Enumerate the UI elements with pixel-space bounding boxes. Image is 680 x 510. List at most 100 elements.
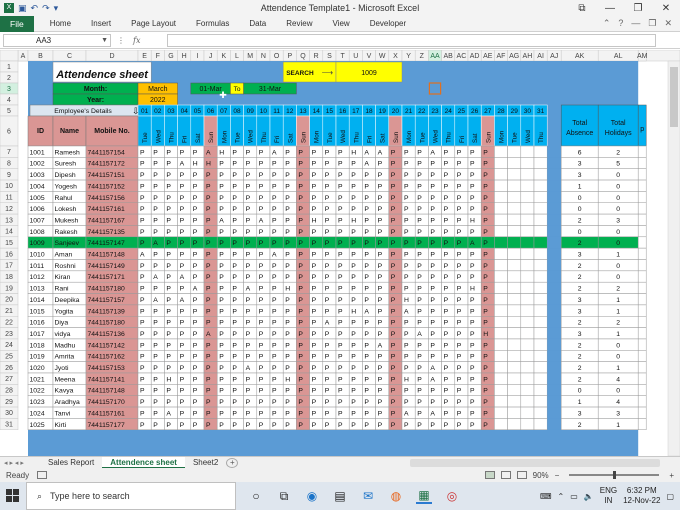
attendance-mark: P bbox=[272, 410, 277, 417]
tab-review[interactable]: Review bbox=[276, 19, 322, 28]
attendance-cell bbox=[533, 395, 548, 408]
column-header-label: AF bbox=[497, 53, 506, 60]
excel-taskbar-icon[interactable]: ▦ bbox=[416, 488, 432, 504]
attendance-mark: P bbox=[298, 149, 303, 156]
file-tab[interactable]: File bbox=[0, 15, 34, 32]
zoom-in-icon[interactable]: + bbox=[669, 471, 680, 480]
workbook-minimize-icon[interactable]: — bbox=[631, 18, 640, 29]
taskbar-search[interactable]: ⌕ Type here to search bbox=[26, 482, 236, 510]
task-view-icon[interactable]: ⧉ bbox=[276, 489, 292, 504]
day-number: 13 bbox=[299, 108, 307, 115]
tab-insert[interactable]: Insert bbox=[81, 19, 121, 28]
attendance-mark: P bbox=[206, 252, 211, 259]
attendance-cell bbox=[494, 202, 508, 215]
attendance-mark: P bbox=[417, 365, 422, 372]
ribbon-options-icon[interactable]: ⧉ bbox=[568, 0, 596, 16]
lang-code: ENG bbox=[599, 486, 618, 495]
zoom-out-icon[interactable]: − bbox=[555, 471, 560, 480]
customize-qat-icon[interactable]: ▾ bbox=[54, 3, 59, 14]
page-break-view-icon[interactable] bbox=[516, 471, 527, 479]
attendance-mark: P bbox=[153, 365, 158, 372]
attendance-mark: P bbox=[378, 399, 383, 406]
redo-icon[interactable]: ↷ bbox=[42, 3, 50, 14]
header-name: Name bbox=[60, 128, 79, 135]
close-icon[interactable]: ✕ bbox=[652, 0, 680, 16]
new-sheet-icon[interactable]: + bbox=[226, 457, 239, 468]
attendance-mark: P bbox=[325, 217, 330, 224]
clock[interactable]: 6:32 PM 12-Nov-22 bbox=[623, 486, 660, 506]
tab-page-layout[interactable]: Page Layout bbox=[121, 19, 186, 28]
tray-expand-icon[interactable]: ⌃ bbox=[558, 492, 565, 501]
workbook-restore-icon[interactable]: ❐ bbox=[648, 18, 656, 29]
zoom-slider[interactable] bbox=[569, 471, 660, 479]
attendance-mark: P bbox=[364, 172, 369, 179]
attendance-mark: P bbox=[180, 240, 185, 247]
attendance-mark: P bbox=[219, 161, 224, 168]
weekday-label: Fri bbox=[367, 136, 374, 143]
tab-home[interactable]: Home bbox=[40, 19, 81, 28]
employee-name: Tanvi bbox=[55, 410, 71, 417]
tab-developer[interactable]: Developer bbox=[360, 19, 416, 28]
attendance-mark: P bbox=[219, 320, 224, 327]
row-spacer-cell bbox=[547, 168, 562, 181]
help-icon[interactable]: ? bbox=[618, 18, 623, 29]
undo-icon[interactable]: ↶ bbox=[31, 3, 39, 14]
attendance-mark: P bbox=[404, 422, 409, 429]
sheet-tab-sales-report[interactable]: Sales Report bbox=[40, 458, 102, 467]
spreadsheet-grid[interactable]: A B C D E F G H I J K L M N O P Q R S T U V W X Y Z AA AB AC AD AE AF AG… bbox=[0, 50, 680, 456]
notifications-icon[interactable]: ▢ bbox=[666, 492, 674, 501]
attendance-mark: P bbox=[232, 365, 237, 372]
sheet-nav-arrows[interactable]: ◂ ▸ ◂ ▸ bbox=[0, 459, 40, 467]
workbook-close-icon[interactable]: ✕ bbox=[664, 18, 672, 29]
formula-input[interactable] bbox=[167, 34, 656, 47]
employee-total-holidays: 3 bbox=[616, 217, 620, 224]
tab-data[interactable]: Data bbox=[239, 19, 276, 28]
tab-view[interactable]: View bbox=[322, 19, 359, 28]
column-header-label: G bbox=[168, 53, 173, 60]
mail-icon[interactable]: ✉ bbox=[360, 489, 376, 503]
attendance-mark: P bbox=[470, 354, 475, 361]
horizontal-scrollbar[interactable] bbox=[410, 458, 660, 467]
chrome-icon[interactable]: ◎ bbox=[444, 489, 460, 503]
network-icon[interactable]: ▭ bbox=[570, 492, 578, 501]
column-header-label: AG bbox=[509, 53, 519, 60]
attendance-mark: P bbox=[206, 229, 211, 236]
macro-record-icon[interactable] bbox=[37, 471, 48, 479]
row-spacer-cell bbox=[547, 407, 562, 419]
windows-start-icon[interactable] bbox=[0, 489, 26, 503]
attendance-cell bbox=[520, 350, 535, 362]
cortana-icon[interactable]: ○ bbox=[248, 489, 264, 503]
normal-view-icon[interactable] bbox=[484, 471, 495, 479]
tab-formulas[interactable]: Formulas bbox=[186, 19, 239, 28]
restore-icon[interactable]: ❐ bbox=[624, 0, 652, 16]
sheet-tab-sheet2[interactable]: Sheet2 bbox=[185, 458, 226, 467]
save-icon[interactable]: ▣ bbox=[18, 3, 27, 14]
name-box[interactable]: AA3 ▼ bbox=[3, 34, 111, 47]
collapse-ribbon-icon[interactable]: ⌃ bbox=[603, 18, 611, 29]
store-icon[interactable]: ▤ bbox=[332, 489, 348, 503]
sheet-tab-attendence-sheet[interactable]: Attendence sheet bbox=[102, 456, 185, 469]
name-box-dropdown-icon[interactable]: ▼ bbox=[101, 35, 108, 46]
row-spacer-cell bbox=[547, 214, 562, 226]
keyboard-icon[interactable]: ⌨ bbox=[540, 492, 552, 501]
weekday-label: Sat bbox=[287, 133, 294, 143]
minimize-icon[interactable]: — bbox=[596, 0, 624, 16]
attendance-mark: P bbox=[285, 217, 290, 224]
attendance-mark: P bbox=[232, 286, 237, 293]
firefox-icon[interactable]: ◍ bbox=[388, 489, 404, 503]
employee-total-absence: 2 bbox=[578, 376, 582, 383]
attendance-mark: P bbox=[430, 399, 435, 406]
insert-function-icon[interactable]: fx bbox=[133, 36, 140, 45]
language-indicator[interactable]: ENG IN bbox=[600, 486, 617, 506]
zoom-level[interactable]: 90% bbox=[533, 471, 549, 480]
employee-id: 1016 bbox=[30, 320, 45, 327]
attendance-cell bbox=[494, 395, 508, 408]
row-spacer-cell bbox=[547, 316, 562, 328]
page-layout-view-icon[interactable] bbox=[500, 471, 511, 479]
edge-icon[interactable]: ◉ bbox=[304, 489, 320, 503]
attendance-cell bbox=[507, 247, 522, 260]
volume-icon[interactable]: 🔈 bbox=[584, 492, 594, 501]
attendance-mark: P bbox=[364, 252, 369, 259]
attendance-mark: H bbox=[470, 286, 475, 293]
employee-total-absence: 2 bbox=[578, 342, 582, 349]
